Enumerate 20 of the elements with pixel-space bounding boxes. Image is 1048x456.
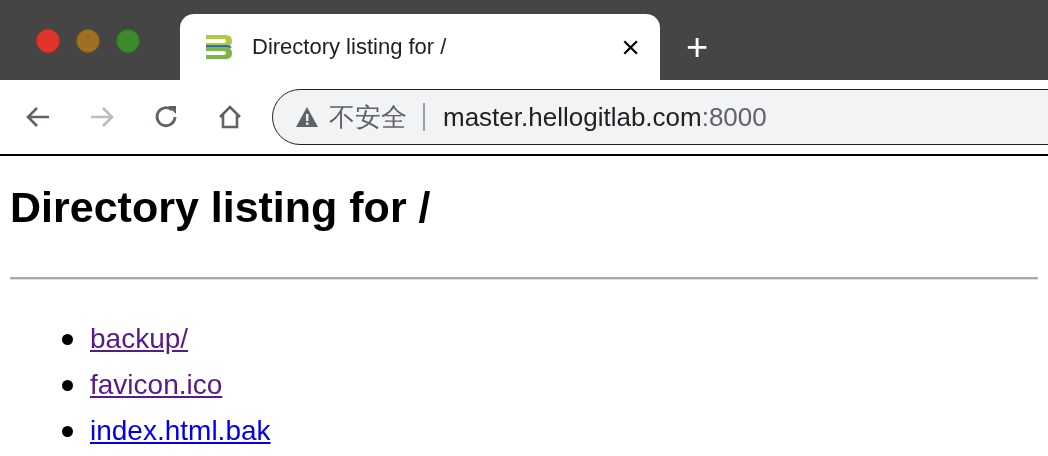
bullet-icon [62,333,73,345]
security-label: 不安全 [329,100,407,134]
file-link[interactable]: index.html.bak [90,415,271,447]
file-link[interactable]: favicon.ico [90,369,223,401]
page-heading: Directory listing for / [10,182,432,233]
warning-icon [295,106,319,128]
zoom-window-button[interactable] [116,29,140,53]
new-tab-button[interactable]: + [686,28,709,66]
bullet-icon [62,379,73,391]
close-window-button[interactable] [36,29,60,53]
browser-tab[interactable]: Directory listing for / × [180,14,660,80]
bullet-icon [62,425,73,437]
tab-title: Directory listing for / [252,34,448,60]
url-port: :8000 [701,101,767,133]
url-host: master.hellogitlab.com [443,101,702,133]
close-tab-button[interactable]: × [621,31,640,63]
address-bar[interactable]: 不安全 master.hellogitlab.com:8000 [272,89,1048,145]
file-link[interactable]: backup/ [90,323,189,355]
logo-icon [204,32,234,62]
minimize-window-button[interactable] [76,29,100,53]
